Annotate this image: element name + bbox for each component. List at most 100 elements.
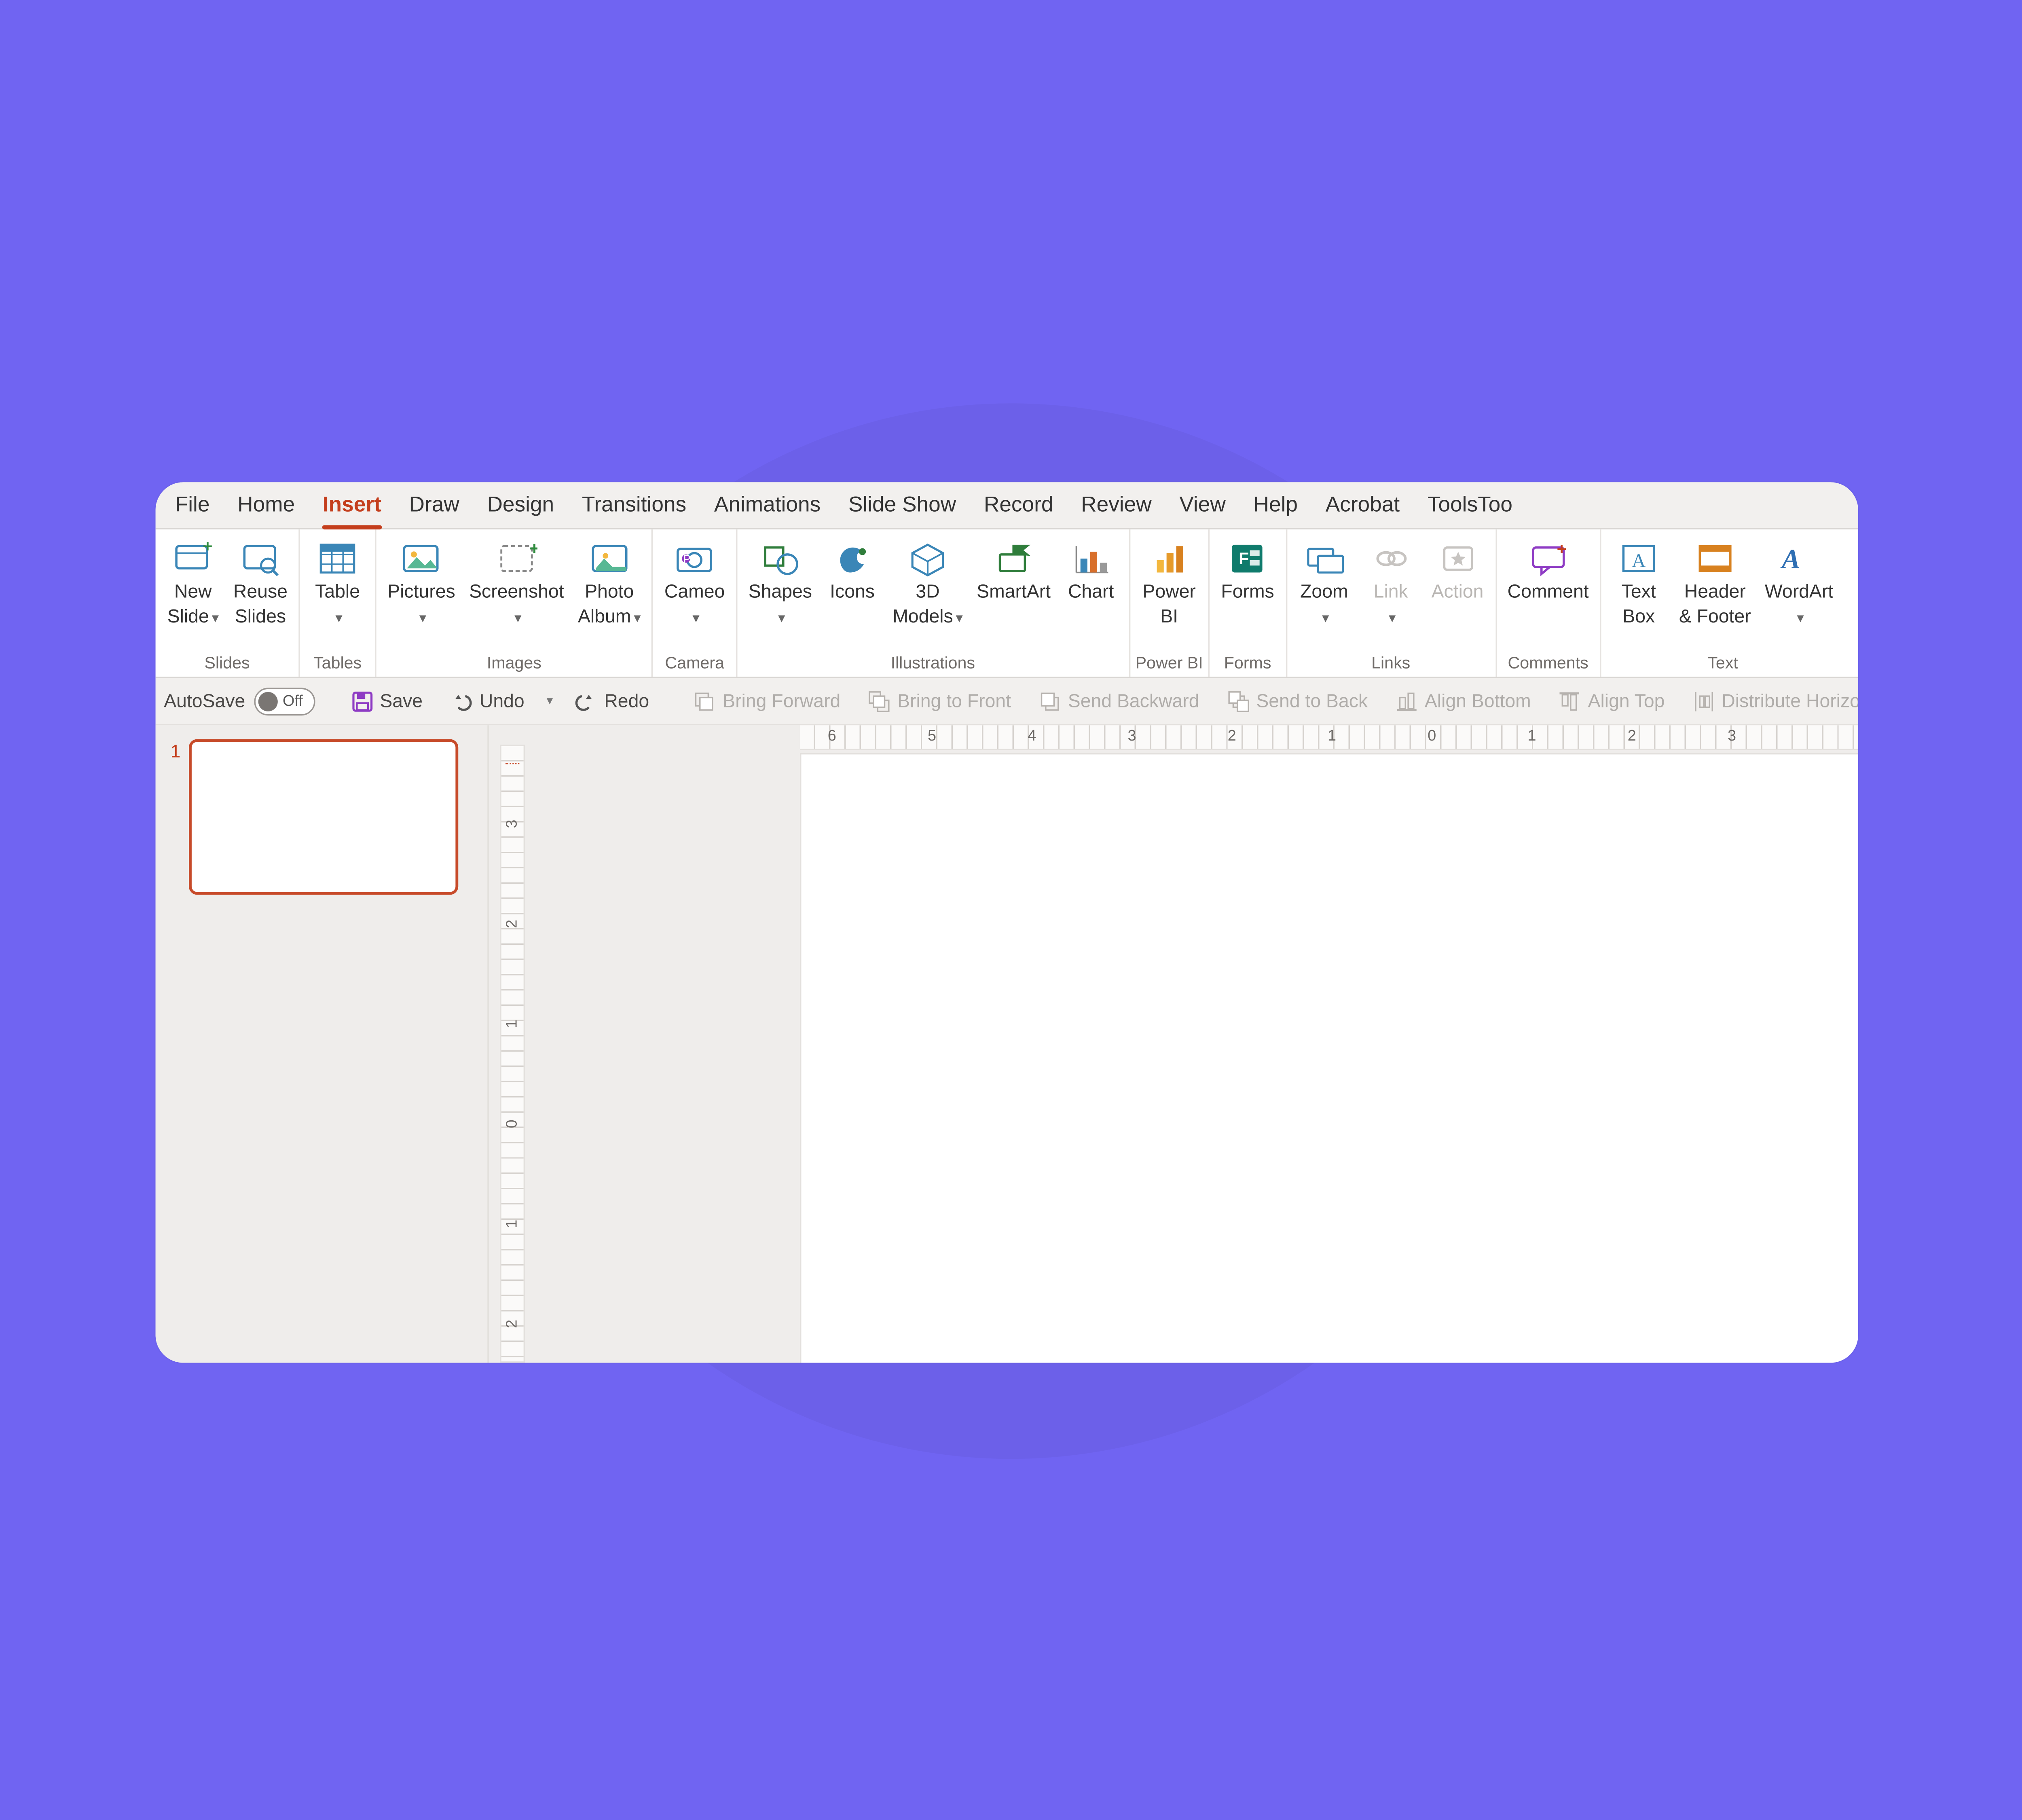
ribbon-group-power-bi: PowerBI Power BI — [1130, 529, 1210, 677]
3d-models-icon — [905, 538, 950, 580]
slide-thumbnail-1[interactable] — [189, 739, 458, 895]
new-slide-button-label: NewSlide▾ — [167, 580, 219, 632]
ribbon-group-forms: FFormsForms — [1210, 529, 1287, 677]
redo-icon — [575, 690, 597, 712]
menu-tab-draw[interactable]: Draw — [395, 482, 473, 528]
ribbon-group-comments: +CommentComments — [1496, 529, 1601, 677]
3d-models-button[interactable]: 3DModels▾ — [887, 535, 968, 632]
icons-icon — [830, 538, 875, 580]
send-to-back-label: Send to Back — [1256, 690, 1368, 711]
pictures-button-label: Pictures▾ — [387, 580, 455, 632]
h-ruler-number: 4 — [1028, 728, 1036, 745]
ribbon-group-tables: Table▾Tables — [300, 529, 376, 677]
undo-dropdown[interactable]: ▾ — [544, 693, 556, 709]
ribbon-group-label: Power BI — [1136, 650, 1203, 677]
screenshot-button[interactable]: +Screenshot▾ — [463, 535, 569, 632]
menu-tab-home[interactable]: Home — [224, 482, 309, 528]
smartart-button-label: SmartArt — [977, 580, 1051, 605]
cameo-icon: P — [673, 538, 717, 580]
v-ruler-number: 1 — [504, 1213, 521, 1235]
menu-tab-animations[interactable]: Animations — [700, 482, 835, 528]
shapes-icon — [758, 538, 802, 580]
h-ruler-number: 5 — [928, 728, 936, 745]
zoom-button[interactable]: Zoom▾ — [1292, 535, 1356, 632]
send-to-back-button: Send to Back — [1219, 686, 1376, 716]
undo-button[interactable]: Undo — [442, 686, 533, 716]
comment-button[interactable]: +Comment — [1502, 535, 1594, 605]
icons-button[interactable]: Icons — [821, 535, 884, 605]
bring-to-front-icon — [868, 690, 890, 712]
table-button[interactable]: Table▾ — [306, 535, 370, 632]
menu-tab-transitions[interactable]: Transitions — [568, 482, 700, 528]
undo-icon — [451, 690, 473, 712]
link-button: Link▾ — [1359, 535, 1423, 632]
power-bi-button[interactable]: PowerBI — [1137, 535, 1201, 630]
ribbon: +NewSlide▾ReuseSlidesSlidesTable▾TablesP… — [156, 529, 1858, 678]
chart-button[interactable]: Chart — [1059, 535, 1123, 605]
h-ruler-number: 2 — [1628, 728, 1636, 745]
dropdown-caret-icon: ▾ — [1319, 612, 1329, 627]
align-top-label: Align Top — [1588, 690, 1665, 711]
save-button[interactable]: Save — [343, 686, 431, 716]
redo-label: Redo — [604, 690, 649, 711]
menu-tab-record[interactable]: Record — [970, 482, 1067, 528]
v-ruler-number: 1 — [504, 1013, 521, 1035]
menu-tab-review[interactable]: Review — [1067, 482, 1165, 528]
send-to-back-icon — [1227, 690, 1249, 712]
photo-album-icon — [587, 538, 632, 580]
wordart-icon: A — [1777, 538, 1821, 580]
menu-tab-slide-show[interactable]: Slide Show — [835, 482, 970, 528]
dropdown-caret-icon: ▾ — [417, 612, 426, 627]
dropdown-caret-icon: ▾ — [512, 612, 521, 627]
forms-icon: F — [1225, 538, 1270, 580]
save-icon — [351, 690, 373, 712]
align-bottom-icon — [1396, 690, 1418, 712]
action-icon — [1435, 538, 1480, 580]
menu-tab-view[interactable]: View — [1165, 482, 1239, 528]
text-box-button[interactable]: ATextBox — [1607, 535, 1671, 630]
pictures-icon — [399, 538, 444, 580]
shapes-button[interactable]: Shapes▾ — [743, 535, 818, 632]
redo-button[interactable]: Redo — [567, 686, 658, 716]
slide-canvas[interactable] — [800, 753, 1858, 1363]
pictures-button[interactable]: Pictures▾ — [382, 535, 461, 632]
smartart-button[interactable]: SmartArt — [971, 535, 1056, 605]
menu-tab-design[interactable]: Design — [473, 482, 568, 528]
table-button-label: Table▾ — [315, 580, 360, 632]
menu-tab-help[interactable]: Help — [1239, 482, 1311, 528]
slide-number: 1 — [164, 739, 180, 1363]
undo-label: Undo — [480, 690, 525, 711]
send-backward-button: Send Backward — [1030, 686, 1208, 716]
svg-text:+: + — [203, 541, 212, 555]
ruler-marker — [506, 763, 519, 764]
align-bottom-button: Align Bottom — [1387, 686, 1539, 716]
menu-tab-insert[interactable]: Insert — [309, 482, 396, 528]
power-bi-icon — [1147, 538, 1191, 580]
header-footer-icon — [1693, 538, 1737, 580]
comment-icon: + — [1526, 538, 1570, 580]
autosave-state: Off — [283, 693, 303, 709]
wordart-button[interactable]: AWordArt▾ — [1759, 535, 1839, 632]
header-footer-button[interactable]: Header& Footer — [1673, 535, 1756, 630]
new-slide-button[interactable]: + NewSlide▾ — [161, 535, 225, 632]
h-ruler-number: 3 — [1728, 728, 1736, 745]
text-box-icon: A — [1616, 538, 1661, 580]
cameo-button-label: Cameo▾ — [664, 580, 725, 632]
ribbon-group-illustrations: Shapes▾ Icons 3DModels▾ SmartArt Chart Illust… — [737, 529, 1130, 677]
reuse-slides-button[interactable]: ReuseSlides — [228, 535, 293, 630]
forms-button[interactable]: FForms — [1216, 535, 1280, 605]
v-ruler-number: 2 — [504, 913, 521, 935]
distribute-horizontally-label: Distribute Horizontally — [1722, 690, 1858, 711]
photo-album-button[interactable]: PhotoAlbum▾ — [572, 535, 646, 632]
menu-tab-acrobat[interactable]: Acrobat — [1311, 482, 1413, 528]
menu-tab-file[interactable]: File — [161, 482, 223, 528]
icons-button-label: Icons — [830, 580, 875, 605]
menu-tab-toolstoo[interactable]: ToolsToo — [1414, 482, 1527, 528]
distribute-horizontally-icon — [1692, 690, 1715, 712]
cameo-button[interactable]: PCameo▾ — [659, 535, 730, 632]
dropdown-caret-icon: ▾ — [631, 612, 641, 627]
ribbon-group-label: Illustrations — [743, 650, 1123, 677]
dropdown-caret-icon: ▾ — [1386, 612, 1396, 627]
shapes-button-label: Shapes▾ — [749, 580, 812, 632]
autosave-toggle[interactable]: AutoSave Off — [164, 687, 315, 715]
